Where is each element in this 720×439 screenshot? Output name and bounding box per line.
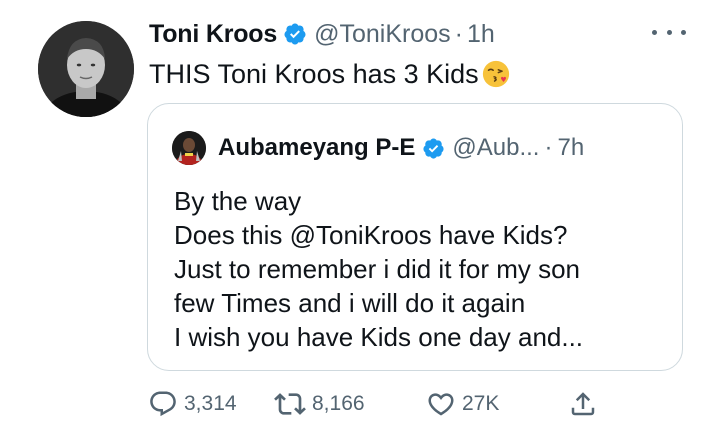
reply-button[interactable]: 3,314 — [148, 384, 237, 424]
verified-badge-icon — [283, 22, 307, 46]
quoted-tweet-header: Aubameyang P-E @Aub... · 7h — [172, 128, 584, 168]
retweet-button[interactable]: 8,166 — [274, 384, 365, 424]
heart-icon — [426, 389, 456, 419]
retweet-icon — [274, 388, 306, 420]
quoted-text-line: I wish you have Kids one day and... — [174, 322, 584, 352]
share-button[interactable] — [568, 384, 598, 424]
tweet-timestamp[interactable]: 1h — [467, 20, 495, 49]
author-avatar[interactable] — [38, 21, 134, 117]
quoted-author-handle: @Aub... — [452, 134, 540, 161]
quoted-text-line: By the way — [174, 186, 302, 216]
dot-separator: · — [454, 19, 463, 48]
reply-icon — [148, 389, 178, 419]
quoted-author-avatar — [172, 131, 206, 165]
retweet-count: 8,166 — [312, 392, 365, 415]
quoted-tweet-card[interactable]: Aubameyang P-E @Aub... · 7h By the way D… — [147, 103, 683, 371]
kissing-face-emoji-icon — [481, 59, 511, 89]
tweet-text-content: THIS Toni Kroos has 3 Kids — [149, 59, 479, 89]
tweet-action-bar: 3,314 8,166 27K — [148, 384, 608, 424]
dot-separator: · — [544, 134, 553, 161]
quoted-text-line: few Times and i will do it again — [174, 288, 526, 318]
quoted-text-line: Does this @ToniKroos have Kids? — [174, 220, 568, 250]
author-handle[interactable]: @ToniKroos — [314, 20, 451, 49]
tweet-header: Toni Kroos @ToniKroos · 1h — [149, 14, 495, 54]
quoted-text-line: Just to remember i did it for my son — [174, 254, 581, 284]
quoted-tweet-text: By the way Does this @ToniKroos have Kid… — [174, 184, 583, 354]
like-button[interactable]: 27K — [426, 384, 499, 424]
reply-count: 3,314 — [184, 392, 237, 415]
quoted-author-name: Aubameyang P-E — [218, 134, 416, 161]
quoted-tweet-timestamp: 7h — [557, 134, 585, 161]
more-options-icon[interactable] — [652, 24, 686, 40]
tweet-text: THIS Toni Kroos has 3 Kids — [149, 56, 511, 92]
like-count: 27K — [462, 392, 500, 415]
verified-badge-icon — [422, 137, 445, 160]
share-icon — [568, 389, 598, 419]
author-name[interactable]: Toni Kroos — [149, 20, 277, 49]
